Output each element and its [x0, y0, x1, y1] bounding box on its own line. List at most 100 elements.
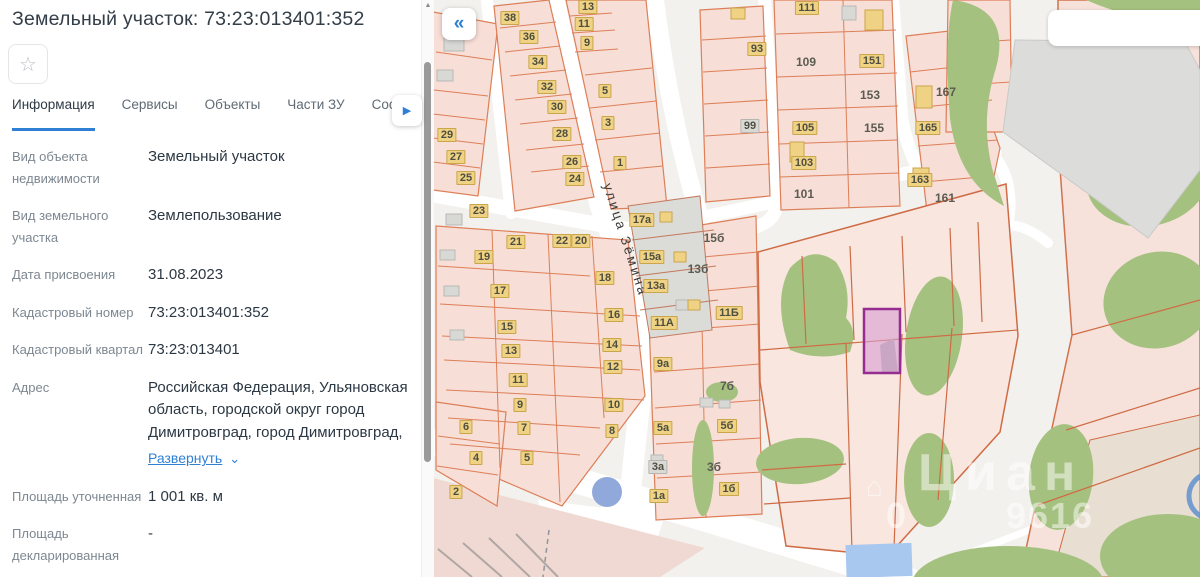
panel-scrollbar[interactable]: ▲: [421, 0, 434, 577]
tab-Части ЗУ[interactable]: Части ЗУ: [287, 97, 344, 131]
tab-Информация[interactable]: Информация: [12, 97, 95, 131]
parcel-number-label[interactable]: 3б: [707, 460, 721, 474]
parcel-number-label[interactable]: 11Б: [716, 306, 743, 320]
field-row: Дата присвоения31.08.2023: [12, 264, 412, 287]
parcel-number-label[interactable]: 5а: [653, 421, 672, 435]
parcel-number-label[interactable]: 93: [747, 42, 766, 56]
field-label: Площадь уточненная: [12, 486, 148, 509]
parcel-number-label[interactable]: 155: [864, 121, 884, 135]
parcel-number-label[interactable]: 11: [509, 373, 528, 387]
parcel-number-label[interactable]: 11: [575, 17, 594, 31]
parcel-number-label[interactable]: 2: [449, 485, 462, 499]
star-icon: ☆: [19, 52, 37, 77]
parcel-number-label[interactable]: 111: [795, 1, 819, 15]
parcel-number-label[interactable]: 11А: [651, 316, 678, 330]
parcel-number-label[interactable]: 161: [935, 191, 955, 205]
parcel-number-label[interactable]: 28: [552, 127, 571, 141]
parcel-number-label[interactable]: 1а: [649, 489, 668, 503]
parcel-number-label[interactable]: 24: [565, 172, 584, 186]
parcel-number-label[interactable]: 151: [859, 54, 884, 68]
search-input[interactable]: [1048, 10, 1200, 46]
parcel-number-label[interactable]: 3а: [648, 460, 667, 474]
parcel-number-label[interactable]: 15: [497, 320, 516, 334]
parcel-number-label[interactable]: 13: [501, 344, 520, 358]
scroll-up-icon[interactable]: ▲: [422, 2, 434, 9]
tab-Сервисы[interactable]: Сервисы: [122, 97, 178, 131]
parcel-number-label[interactable]: 105: [792, 121, 817, 135]
field-value: 31.08.2023: [148, 264, 223, 287]
parcel-number-label[interactable]: 163: [907, 173, 932, 187]
parcel-number-label[interactable]: 101: [794, 187, 814, 201]
parcel-number-label[interactable]: 29: [437, 128, 456, 142]
expand-address-link[interactable]: Развернуть: [148, 450, 222, 466]
field-value: 73:23:013401:352: [148, 302, 269, 325]
parcel-number-label[interactable]: 38: [500, 11, 519, 25]
parcel-number-label[interactable]: 17: [490, 284, 509, 298]
parcel-number-label[interactable]: 20: [571, 234, 590, 248]
parcel-number-label[interactable]: 18: [595, 271, 614, 285]
field-row: Площадь декларированная-: [12, 523, 412, 567]
parcel-number-label[interactable]: 6: [459, 420, 472, 434]
parcel-number-label[interactable]: 5: [598, 84, 611, 98]
parcel-number-label[interactable]: 23: [469, 204, 488, 218]
parcel-number-label[interactable]: 26: [562, 155, 581, 169]
parcel-number-label[interactable]: 30: [547, 100, 566, 114]
parcel-number-label[interactable]: 9: [513, 398, 526, 412]
parcel-number-label[interactable]: 16: [604, 308, 623, 322]
parcel-number-label[interactable]: 15а: [639, 250, 664, 264]
field-row: Вид объекта недвижимостиЗемельный участо…: [12, 146, 412, 190]
parcel-number-label[interactable]: 1б: [719, 482, 739, 496]
parcel-number-label[interactable]: 109: [796, 55, 816, 69]
field-row: Кадастровый квартал73:23:013401: [12, 339, 412, 362]
parcel-number-label[interactable]: 4: [469, 451, 482, 465]
parcel-number-label[interactable]: 13а: [643, 279, 668, 293]
field-value: 1 001 кв. м: [148, 486, 223, 509]
collapse-panel-button[interactable]: «: [442, 8, 476, 40]
parcel-number-label[interactable]: 27: [446, 150, 465, 164]
parcel-number-label[interactable]: 34: [528, 55, 547, 69]
favorite-button[interactable]: ☆: [8, 44, 48, 84]
parcel-number-label[interactable]: 165: [915, 121, 940, 135]
parcel-number-label[interactable]: 32: [537, 80, 556, 94]
chevrons-left-icon: «: [454, 13, 465, 35]
parcel-number-label[interactable]: 99: [740, 119, 759, 133]
cadastral-map[interactable]: улица Зёмина 292725383634323028262413119…: [433, 0, 1200, 577]
scrollbar-thumb[interactable]: [424, 62, 431, 462]
parcel-number-label[interactable]: 22: [552, 234, 571, 248]
parcel-number-label[interactable]: 153: [860, 88, 880, 102]
parcel-number-label[interactable]: 167: [936, 85, 956, 99]
selected-parcel[interactable]: [864, 309, 900, 373]
parcel-number-label[interactable]: 13: [578, 0, 597, 14]
parcel-number-label[interactable]: 7: [517, 421, 530, 435]
parcel-number-label[interactable]: 13б: [688, 262, 709, 276]
parcel-number-label[interactable]: 3: [601, 116, 614, 130]
parcel-number-label[interactable]: 5: [520, 451, 533, 465]
parcel-number-label[interactable]: 10: [604, 398, 623, 412]
chevron-right-icon: ▶: [403, 104, 411, 117]
field-label: Площадь декларированная: [12, 523, 148, 567]
field-label: Адрес: [12, 377, 148, 471]
field-value: Земельный участок: [148, 146, 285, 190]
location-dot: [592, 477, 622, 507]
parcel-number-label[interactable]: 5б: [717, 419, 737, 433]
parcel-number-label[interactable]: 36: [519, 30, 538, 44]
parcel-number-label[interactable]: 1: [613, 156, 626, 170]
field-label: Вид объекта недвижимости: [12, 146, 148, 190]
field-value: -: [148, 523, 153, 567]
parcel-number-label[interactable]: 21: [506, 235, 525, 249]
parcel-number-label[interactable]: 9: [580, 36, 593, 50]
tab-Объекты[interactable]: Объекты: [205, 97, 261, 131]
parcel-number-label[interactable]: 25: [456, 171, 475, 185]
parcel-number-label[interactable]: 14: [602, 338, 621, 352]
parcel-number-label[interactable]: 7б: [720, 379, 734, 393]
field-label: Дата присвоения: [12, 264, 148, 287]
parcel-number-label[interactable]: 103: [791, 156, 816, 170]
parcel-number-label[interactable]: 17а: [629, 213, 654, 227]
parcel-number-label[interactable]: 9а: [653, 357, 672, 371]
field-label: Кадастровый квартал: [12, 339, 148, 362]
parcel-number-label[interactable]: 12: [603, 360, 622, 374]
tabs-scroll-right-button[interactable]: ▶: [392, 95, 422, 126]
parcel-number-label[interactable]: 8: [605, 424, 618, 438]
parcel-number-label[interactable]: 15б: [704, 231, 725, 245]
parcel-number-label[interactable]: 19: [474, 250, 493, 264]
